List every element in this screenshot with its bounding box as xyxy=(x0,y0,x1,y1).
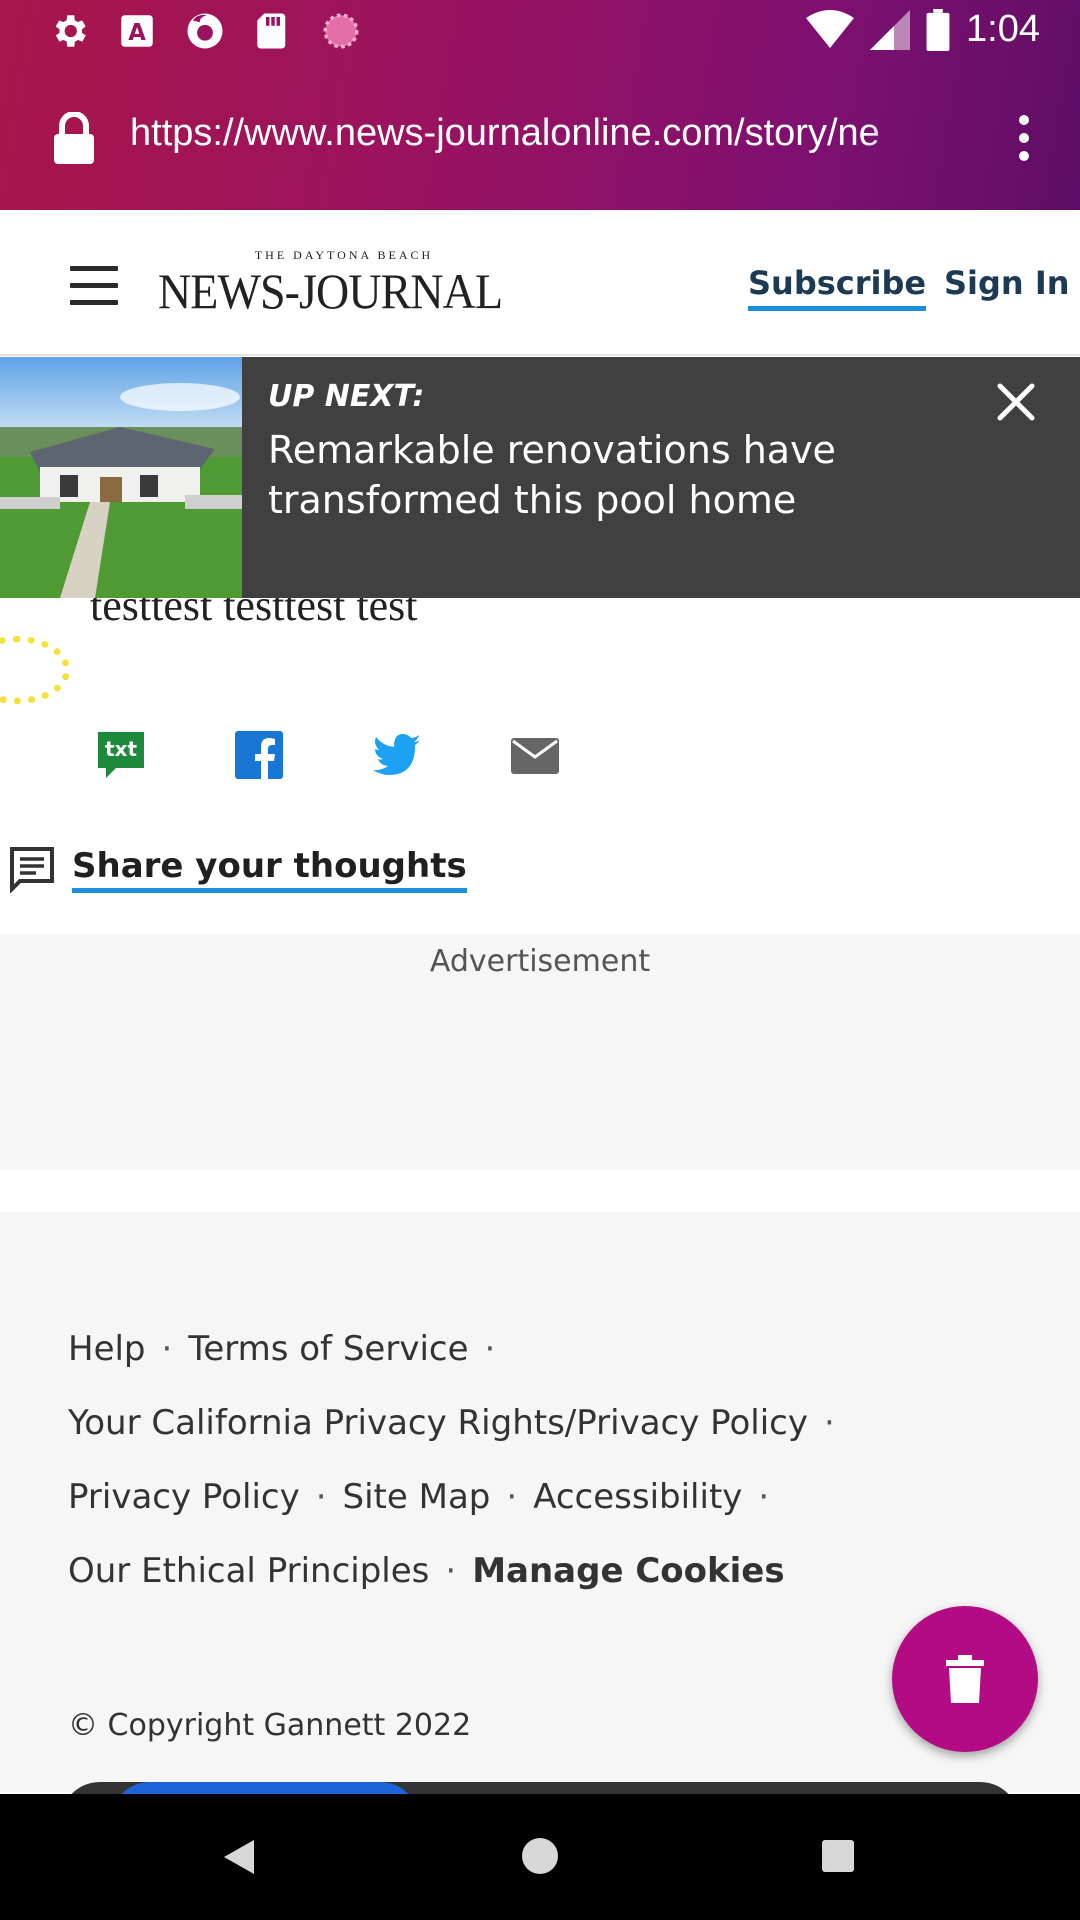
delete-fab[interactable] xyxy=(892,1606,1038,1752)
advertisement-slot: Advertisement xyxy=(0,934,1080,1170)
footer-link-sitemap[interactable]: Site Map xyxy=(343,1477,491,1517)
txt-label: txt xyxy=(105,737,137,761)
up-next-label: UP NEXT: xyxy=(268,379,425,414)
site-logo[interactable]: THE DAYTONA BEACH NEWS-JOURNAL xyxy=(158,248,530,328)
sd-card-icon xyxy=(257,13,286,49)
footer-link-terms[interactable]: Terms of Service xyxy=(188,1329,468,1369)
footer-link-privacy[interactable]: Privacy Policy xyxy=(68,1477,300,1517)
comments-label[interactable]: Share your thoughts xyxy=(72,846,467,893)
share-row: txt xyxy=(96,730,560,780)
manage-cookies-link[interactable]: Manage Cookies xyxy=(472,1551,784,1591)
ad-label: Advertisement xyxy=(429,944,651,979)
back-icon[interactable] xyxy=(222,1838,256,1876)
logo-main-text: NEWS-JOURNAL xyxy=(158,263,503,319)
more-vert-icon[interactable] xyxy=(1012,114,1036,162)
notification-icons: A xyxy=(48,10,362,52)
menu-icon[interactable] xyxy=(70,266,118,306)
wifi-icon xyxy=(806,9,855,48)
gear-icon xyxy=(55,15,86,47)
trash-icon xyxy=(946,1655,984,1703)
android-nav-bar xyxy=(0,1794,1080,1920)
home-icon[interactable] xyxy=(522,1838,558,1874)
footer-link-ethics[interactable]: Our Ethical Principles xyxy=(68,1551,429,1591)
loading-spinner xyxy=(0,636,70,704)
comment-icon xyxy=(10,847,54,893)
logo-small-text: THE DAYTONA BEACH xyxy=(254,248,434,262)
svg-text:A: A xyxy=(128,20,146,46)
url-bar[interactable]: https://www.news-journalonline.com/story… xyxy=(0,96,1080,180)
cell-signal-icon xyxy=(870,9,911,50)
clock: 1:04 xyxy=(966,8,1040,50)
battery-icon xyxy=(926,8,950,51)
footer-link-accessibility[interactable]: Accessibility xyxy=(533,1477,742,1517)
up-next-banner[interactable]: UP NEXT: Remarkable renovations have tra… xyxy=(0,357,1080,598)
up-next-title[interactable]: Remarkable renovations have transformed … xyxy=(268,425,908,525)
sign-in-link[interactable]: Sign In xyxy=(944,264,1070,302)
house-thumbnail xyxy=(0,357,242,598)
copyright: © Copyright Gannett 2022 xyxy=(68,1708,472,1743)
separator: · xyxy=(315,1477,327,1517)
separator: · xyxy=(445,1551,457,1591)
comments-link[interactable]: Share your thoughts xyxy=(8,845,467,893)
browser-chrome: A 1:04 https://www.news-journalonline.co… xyxy=(0,0,1080,210)
footer-links: Help · Terms of Service · Your California P… xyxy=(68,1312,1028,1608)
txt-share-icon[interactable]: txt xyxy=(96,730,146,780)
circle-app-icon xyxy=(323,13,359,49)
recents-icon[interactable] xyxy=(822,1840,854,1872)
app-a-icon: A xyxy=(121,15,153,47)
site-header: THE DAYTONA BEACH NEWS-JOURNAL Subscribe… xyxy=(0,210,1080,356)
footer-link-ca-privacy[interactable]: Your California Privacy Rights/Privacy P… xyxy=(68,1403,808,1443)
facebook-icon[interactable] xyxy=(234,730,284,780)
twitter-icon[interactable] xyxy=(372,730,422,780)
separator: · xyxy=(161,1329,173,1369)
subscribe-link[interactable]: Subscribe xyxy=(748,264,927,311)
footer-link-help[interactable]: Help xyxy=(68,1329,146,1369)
close-icon[interactable] xyxy=(994,380,1038,424)
url-text[interactable]: https://www.news-journalonline.com/story… xyxy=(130,112,930,168)
separator: · xyxy=(506,1477,518,1517)
status-bar: A 1:04 xyxy=(0,0,1080,64)
email-icon[interactable] xyxy=(510,730,560,780)
system-icons: 1:04 xyxy=(806,8,1040,51)
separator: · xyxy=(484,1329,496,1369)
separator: · xyxy=(758,1477,770,1517)
lock-icon xyxy=(54,112,94,164)
separator: · xyxy=(823,1403,835,1443)
firefox-icon xyxy=(187,13,223,49)
